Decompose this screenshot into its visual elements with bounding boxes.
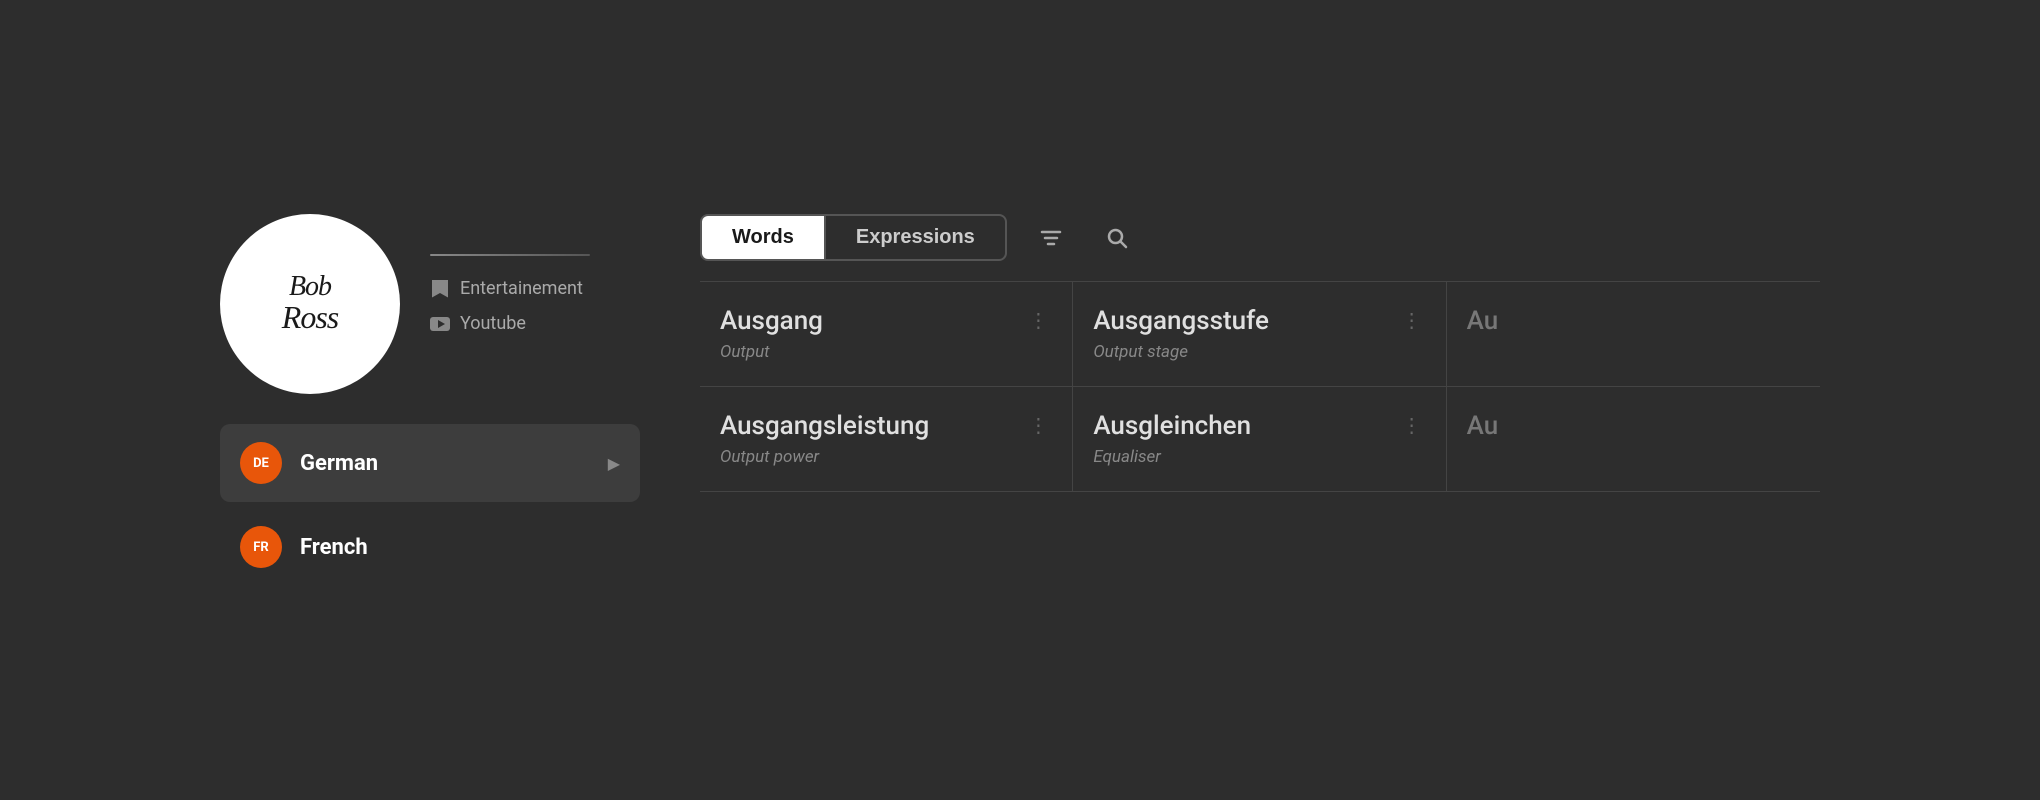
entertainment-icon (432, 280, 448, 298)
word-truncated-1: Au (1467, 306, 1499, 336)
category-label: Entertainement (460, 278, 583, 299)
tab-expressions[interactable]: Expressions (824, 216, 1005, 259)
toolbar: Words Expressions (700, 214, 1820, 281)
filter-button[interactable] (1029, 216, 1073, 260)
lang-badge-de: DE (240, 442, 282, 484)
lang-name-french: French (300, 535, 620, 560)
words-grid: Ausgang Output ⋮ Ausgangsstufe Output st… (700, 281, 1820, 492)
word-truncated-2: Au (1467, 411, 1499, 441)
more-options-ausgangsleistung[interactable]: ⋮ (1024, 411, 1052, 439)
category-icon (430, 279, 450, 299)
profile-logo: Bob Ross (240, 260, 380, 348)
language-item-french[interactable]: FR French (220, 508, 640, 586)
profile-info: Entertainement Youtube (430, 214, 590, 334)
right-panel: Words Expressions Ausgang Ou (700, 214, 1820, 492)
word-cell-truncated-2: Au (1447, 387, 1820, 492)
word-ausgangsleistung: Ausgangsleistung (720, 411, 929, 441)
lang-badge-fr: FR (240, 526, 282, 568)
search-button[interactable] (1095, 216, 1139, 260)
category-row: Entertainement (430, 278, 590, 299)
language-list: DE German ▶ FR French (220, 424, 640, 586)
svg-text:Bob: Bob (289, 271, 332, 302)
main-container: Bob Ross Entertainement You (220, 214, 1820, 586)
avatar: Bob Ross (220, 214, 400, 394)
word-cell-ausgangsleistung: Ausgangsleistung Output power ⋮ (700, 387, 1073, 492)
word-cell-ausgang: Ausgang Output ⋮ (700, 282, 1073, 387)
youtube-icon-wrap (430, 314, 450, 334)
translation-ausgangsstufe: Output stage (1093, 342, 1269, 362)
translation-ausgleinchen: Equaliser (1093, 447, 1251, 467)
youtube-icon (430, 317, 450, 331)
translation-ausgangsleistung: Output power (720, 447, 929, 467)
word-cell-ausgangsstufe: Ausgangsstufe Output stage ⋮ (1073, 282, 1446, 387)
word-ausgang: Ausgang (720, 306, 823, 336)
left-panel: Bob Ross Entertainement You (220, 214, 640, 586)
svg-text:Ross: Ross (281, 299, 339, 335)
word-ausgangsstufe: Ausgangsstufe (1093, 306, 1269, 336)
word-cell-ausgleinchen: Ausgleinchen Equaliser ⋮ (1073, 387, 1446, 492)
more-options-ausgleinchen[interactable]: ⋮ (1398, 411, 1426, 439)
more-options-ausgangsstufe[interactable]: ⋮ (1398, 306, 1426, 334)
language-item-german[interactable]: DE German ▶ (220, 424, 640, 502)
translation-ausgang: Output (720, 342, 823, 362)
profile-divider (430, 254, 590, 256)
platform-label: Youtube (460, 313, 526, 334)
platform-row: Youtube (430, 313, 590, 334)
lang-name-german: German (300, 451, 590, 476)
tab-group: Words Expressions (700, 214, 1007, 261)
more-options-ausgang[interactable]: ⋮ (1024, 306, 1052, 334)
word-ausgleinchen: Ausgleinchen (1093, 411, 1251, 441)
tab-words[interactable]: Words (702, 216, 824, 259)
profile-section: Bob Ross Entertainement You (220, 214, 590, 394)
chevron-right-icon: ▶ (608, 454, 620, 473)
word-cell-truncated-1: Au (1447, 282, 1820, 387)
